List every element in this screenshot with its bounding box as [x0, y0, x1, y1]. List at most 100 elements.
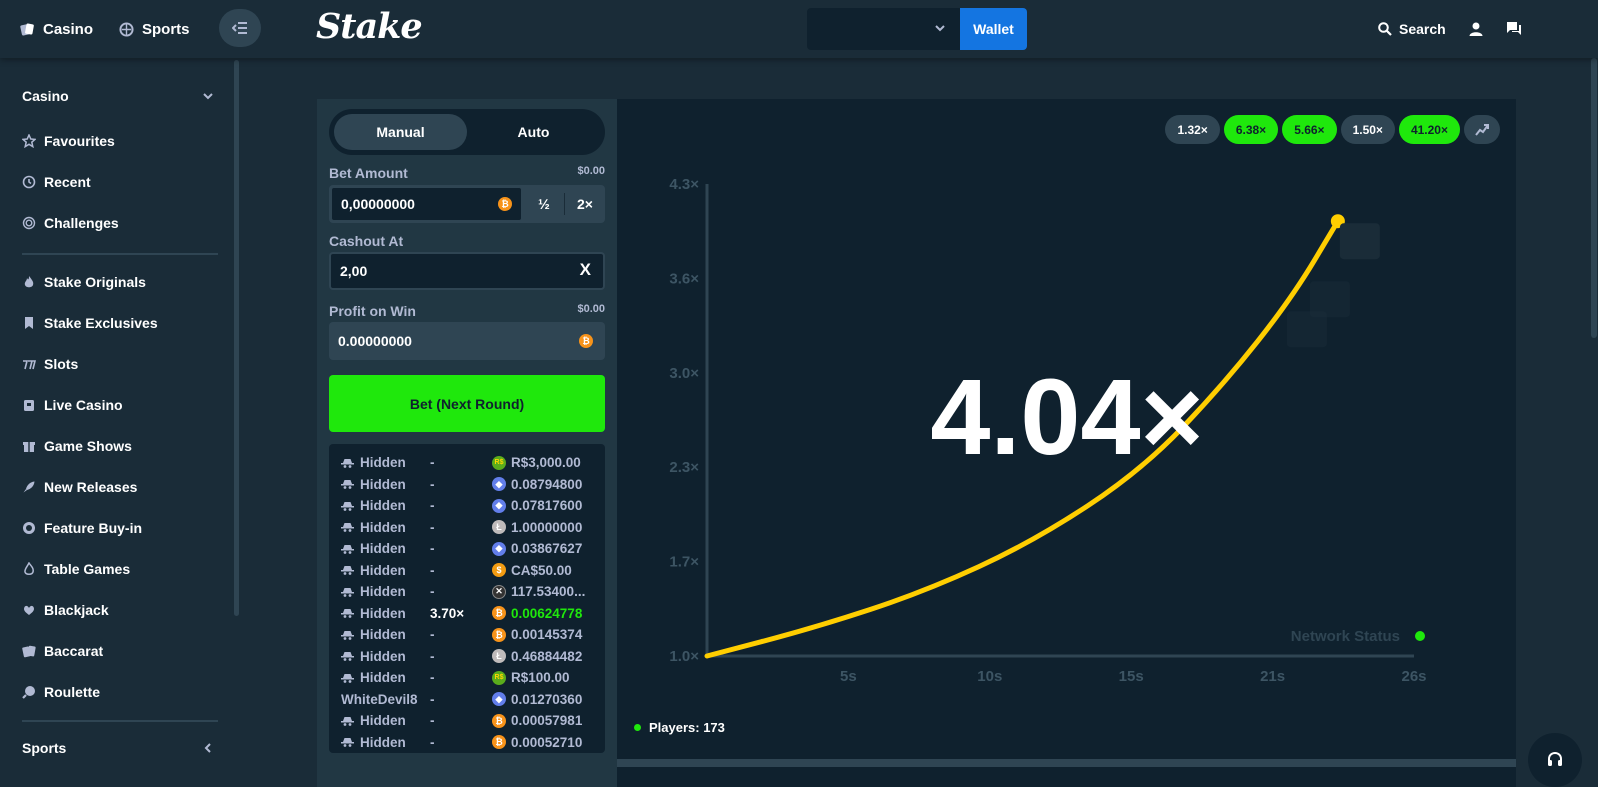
- incognito-icon: [341, 630, 354, 640]
- player-name[interactable]: Hidden: [341, 520, 430, 535]
- profit-on-win-field: 0.00000000 ₿: [329, 322, 605, 360]
- live-support-button[interactable]: [1528, 733, 1582, 787]
- search-button[interactable]: Search: [1378, 21, 1446, 37]
- chat-icon[interactable]: [1506, 21, 1522, 37]
- sidebar-item-table-games[interactable]: Table Games: [22, 561, 130, 577]
- sidebar-item-new-releases[interactable]: New Releases: [22, 479, 137, 495]
- player-name-text: WhiteDevil8: [341, 691, 418, 707]
- player-name-text: Hidden: [360, 605, 406, 621]
- incognito-icon: [341, 652, 354, 662]
- bet-panel: Manual Auto Bet Amount $0.00 0,00000000 …: [317, 99, 617, 787]
- tab-auto[interactable]: Auto: [467, 114, 600, 150]
- sidebar-item-label: Challenges: [44, 215, 119, 231]
- player-bet-amount: ₿ 0.00145374: [492, 627, 582, 642]
- rocket-icon: [23, 481, 35, 493]
- player-name[interactable]: Hidden: [341, 584, 430, 599]
- player-bet-amount: ◆ 0.07817600: [492, 498, 582, 513]
- page-scrollbar[interactable]: [1590, 58, 1598, 787]
- flame-icon: [24, 276, 34, 288]
- half-bet-button[interactable]: ½: [524, 193, 565, 215]
- tab-sports[interactable]: Sports: [119, 21, 190, 38]
- sidebar-sports-heading[interactable]: Sports: [22, 740, 214, 756]
- player-name[interactable]: Hidden: [341, 627, 430, 642]
- player-name[interactable]: Hidden: [341, 606, 430, 621]
- ltc-coin-icon: Ł: [492, 520, 506, 535]
- bet-amount-value: 0,00000000: [341, 196, 415, 212]
- sidebar-item-slots[interactable]: Slots: [22, 356, 78, 372]
- player-cashout-multiplier: -: [430, 455, 435, 471]
- player-cashout-multiplier: -: [430, 584, 435, 600]
- sidebar-item-feature-buy-in[interactable]: Feature Buy-in: [22, 520, 142, 536]
- player-name[interactable]: Hidden: [341, 670, 430, 685]
- player-bet-row: Hidden - ₿ 0.00057981: [341, 710, 605, 732]
- player-name[interactable]: Hidden: [341, 455, 430, 470]
- x-tick-label: 10s: [977, 668, 1002, 685]
- sidebar-item-blackjack[interactable]: Blackjack: [22, 602, 109, 618]
- tab-casino[interactable]: Casino: [20, 21, 93, 38]
- sidebar-item-baccarat[interactable]: Baccarat: [22, 643, 103, 659]
- player-cashout-multiplier: -: [430, 498, 435, 514]
- currency-balance-select[interactable]: [807, 8, 960, 50]
- player-cashout-multiplier: -: [430, 734, 435, 750]
- stake-logo[interactable]: Stake: [316, 6, 423, 47]
- player-bet-amount: Ł 1.00000000: [492, 520, 582, 535]
- sidebar-item-label: Stake Exclusives: [44, 315, 158, 331]
- cashout-clear-button[interactable]: X: [580, 260, 591, 280]
- sidebar-item-favourites[interactable]: Favourites: [22, 133, 115, 149]
- player-bet-amount: ◆ 0.08794800: [492, 477, 582, 492]
- sidebar-item-stake-exclusives[interactable]: Stake Exclusives: [22, 315, 158, 331]
- sports-ball-icon: [119, 21, 134, 37]
- target-icon: [22, 216, 36, 230]
- incognito-icon: [341, 609, 354, 619]
- sidebar-scrollbar[interactable]: [234, 60, 239, 616]
- player-name[interactable]: WhiteDevil8: [341, 692, 430, 707]
- sidebar-item-roulette[interactable]: Roulette: [22, 684, 100, 700]
- bet-amount-label-row: Bet Amount $0.00: [329, 165, 605, 181]
- player-name[interactable]: Hidden: [341, 541, 430, 556]
- bet-amount-row: 0,00000000 ₿ ½ 2×: [329, 185, 605, 223]
- player-name[interactable]: Hidden: [341, 649, 430, 664]
- sidebar-item-game-shows[interactable]: Game Shows: [22, 438, 132, 454]
- xrp-coin-icon: ✕: [492, 584, 506, 599]
- eth-coin-icon: ◆: [492, 477, 506, 492]
- player-name[interactable]: Hidden: [341, 713, 430, 728]
- sidebar-item-label: Stake Originals: [44, 274, 146, 290]
- bet-amount-input[interactable]: 0,00000000 ₿: [331, 187, 522, 221]
- user-icon[interactable]: [1468, 21, 1484, 37]
- player-name[interactable]: Hidden: [341, 735, 430, 750]
- top-tabs: Casino Sports: [20, 0, 190, 58]
- incognito-icon: [341, 458, 354, 468]
- player-name[interactable]: Hidden: [341, 563, 430, 578]
- sidebar-item-label: Baccarat: [44, 643, 104, 659]
- sidebar-item-live-casino[interactable]: Live Casino: [22, 397, 123, 413]
- sidebar-item-stake-originals[interactable]: Stake Originals: [22, 274, 146, 290]
- collapse-menu-icon: [232, 22, 247, 34]
- player-name-text: Hidden: [360, 627, 406, 643]
- wallet-button[interactable]: Wallet: [960, 8, 1027, 50]
- player-bet-row: Hidden - ◆ 0.03867627: [341, 538, 605, 560]
- player-name[interactable]: Hidden: [341, 477, 430, 492]
- sidebar-item-label: Favourites: [44, 133, 115, 149]
- gift-icon: [23, 442, 35, 452]
- sidebar-item-challenges[interactable]: Challenges: [22, 215, 119, 231]
- sidebar-divider: [22, 253, 218, 255]
- player-cashout-multiplier: -: [430, 648, 435, 664]
- casino-cards-icon: [20, 23, 34, 36]
- player-amount-text: 0.01270360: [511, 691, 583, 707]
- player-bet-row: Hidden - R$ R$100.00: [341, 667, 605, 689]
- incognito-icon: [341, 544, 354, 554]
- top-bar: Casino Sports Stake Wallet Search: [0, 0, 1598, 58]
- sidebar-item-label: Slots: [44, 356, 79, 372]
- bet-button[interactable]: Bet (Next Round): [329, 375, 605, 432]
- eth-coin-icon: ◆: [492, 541, 506, 556]
- sidebar-item-recent[interactable]: Recent: [22, 174, 91, 190]
- player-name[interactable]: Hidden: [341, 498, 430, 513]
- sidebar-casino-heading[interactable]: Casino: [22, 88, 214, 104]
- double-bet-button[interactable]: 2×: [565, 185, 605, 223]
- tab-manual[interactable]: Manual: [334, 114, 467, 150]
- cashout-input[interactable]: 2,00 X: [329, 252, 605, 290]
- page-scrollbar-thumb[interactable]: [1591, 58, 1597, 338]
- sidebar-collapse-button[interactable]: [219, 9, 261, 47]
- player-amount-text: 0.08794800: [511, 476, 583, 492]
- btc-coin-icon: ₿: [492, 627, 506, 642]
